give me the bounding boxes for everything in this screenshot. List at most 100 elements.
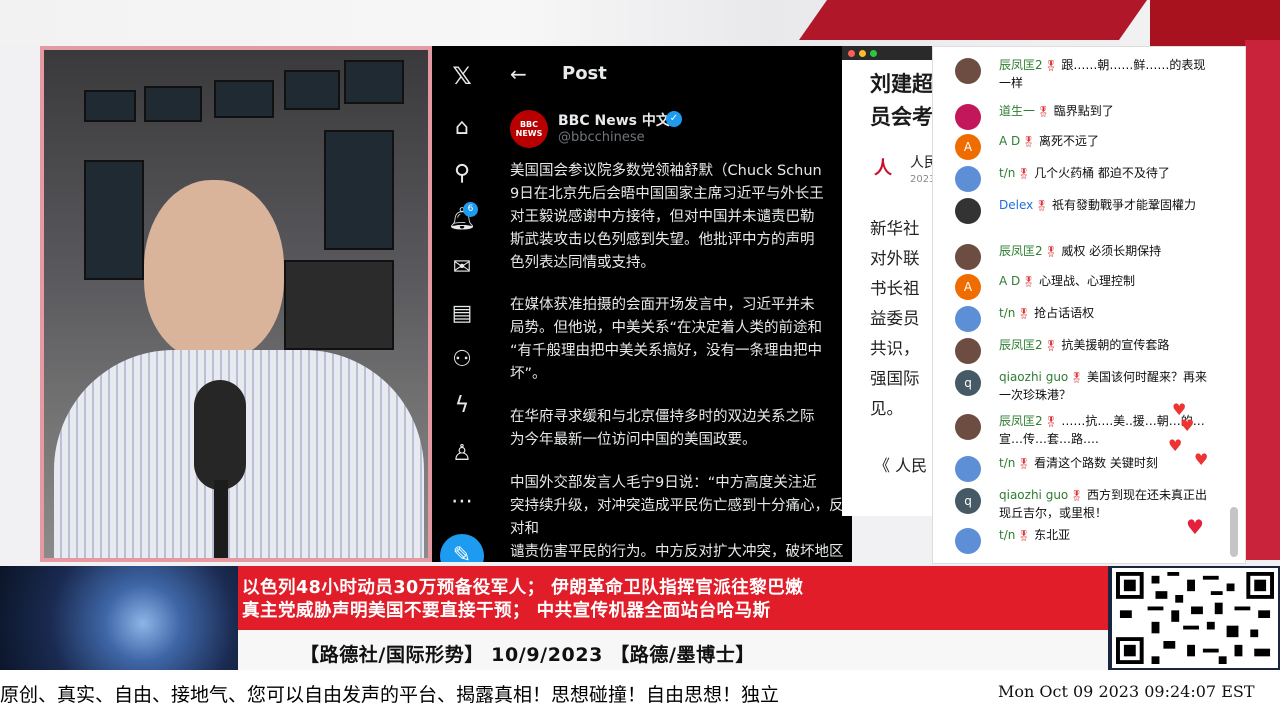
- chat-message-text: 祇有發動戰爭才能鞏固權力: [1051, 198, 1196, 212]
- heart-reaction-icon: ♥: [1180, 416, 1195, 435]
- chat-message-text: 威权 必须长期保持: [1061, 244, 1162, 258]
- post-detail: ← Post BBC NEWS BBC News 中文 ✓ @bbcchines…: [494, 46, 852, 562]
- chat-message-body: t/n 🎖︎ 几个火药桶 都迫不及待了: [999, 165, 1209, 183]
- chat-avatar[interactable]: A: [955, 134, 981, 160]
- chat-scrollbar[interactable]: [1230, 507, 1238, 557]
- chat-message-text: 几个火药桶 都迫不及待了: [1034, 166, 1170, 180]
- minimize-window-icon[interactable]: [859, 50, 866, 57]
- microphone-stand: [214, 480, 228, 558]
- chat-message-text: 离死不远了: [1038, 134, 1099, 148]
- background-red-edge: [1245, 40, 1280, 560]
- send-heart-button[interactable]: ♥: [1182, 514, 1208, 540]
- chat-author[interactable]: 道生一: [999, 104, 1035, 118]
- microphone: [194, 380, 246, 490]
- member-badge-icon: 🎖︎: [1017, 459, 1031, 470]
- heart-reaction-icon: ♥: [1168, 436, 1183, 455]
- chat-message-text: 抢占话语权: [1034, 306, 1095, 320]
- chat-avatar[interactable]: [955, 104, 981, 130]
- chat-author[interactable]: qiaozhi guo: [999, 370, 1068, 384]
- member-badge-icon: 🎖︎: [1022, 137, 1035, 148]
- webcam-video: [40, 46, 432, 562]
- communities-icon[interactable]: ⚇: [446, 344, 478, 376]
- chat-message-body: 道生一 🎖︎ 臨界點到了: [999, 103, 1209, 121]
- chat-avatar[interactable]: [955, 166, 981, 192]
- member-badge-icon: 🎖︎: [1070, 373, 1083, 384]
- chat-message-body: 辰凤匡2 🎖︎ 威权 必须长期保持: [999, 243, 1209, 261]
- post-paragraph: 美国国会参议院多数党领袖舒默（Chuck Schun 9日在北京先后会晤中国国家…: [510, 163, 824, 271]
- author-avatar[interactable]: BBC NEWS: [510, 110, 548, 148]
- background-red-stripe: [798, 0, 1162, 40]
- chat-avatar[interactable]: [955, 306, 981, 332]
- member-badge-icon: 🎖︎: [1017, 531, 1031, 542]
- post-paragraph: 在媒体获准拍摄的会面开场发言中，习近平并未 局势。但他说，中美关系“在决定着人类…: [510, 297, 823, 382]
- member-badge-icon: 🎖︎: [1035, 201, 1048, 212]
- ticker-text: 原创、真实、自由、接地气、您可以自由发声的平台、揭露真相！思想碰撞！自由思想！独…: [0, 684, 780, 706]
- chat-avatar[interactable]: [955, 244, 981, 270]
- chat-author[interactable]: Delex: [999, 198, 1033, 212]
- chat-author[interactable]: qiaozhi guo: [999, 488, 1068, 502]
- chat-avatar[interactable]: [955, 528, 981, 554]
- back-arrow-icon[interactable]: ←: [510, 62, 527, 86]
- live-chat-panel: 辰凤匡2 🎖︎ 跟……朝……鲜……的表现一样 道生一 🎖︎ 臨界點到了 A A D 🎖︎ 离死不远…: [932, 46, 1246, 564]
- headline-line-1: 以色列48小时动员30万预备役军人； 伊朗革命卫队指挥官派往黎巴嫩: [242, 578, 804, 598]
- chat-avatar[interactable]: [955, 456, 981, 482]
- chat-avatar[interactable]: q: [955, 370, 981, 396]
- chat-message-body: A D 🎖︎ 离死不远了: [999, 133, 1209, 151]
- member-badge-icon: 🎖︎: [1017, 309, 1031, 320]
- heart-reaction-icon: ♥: [1194, 450, 1209, 469]
- banner-globe-graphic: [0, 566, 238, 670]
- chat-author[interactable]: A D: [999, 134, 1020, 148]
- member-badge-icon: 🎖︎: [1044, 61, 1058, 72]
- window-titlebar: [842, 46, 942, 60]
- chat-author[interactable]: t/n: [999, 528, 1015, 542]
- chat-message-body: Delex 🎖︎ 祇有發動戰爭才能鞏固權力: [999, 197, 1209, 215]
- member-badge-icon: 🎖︎: [1070, 491, 1083, 502]
- chat-avatar[interactable]: q: [955, 488, 981, 514]
- chat-author[interactable]: t/n: [999, 306, 1015, 320]
- member-badge-icon: 🎖︎: [1022, 277, 1035, 288]
- author-name[interactable]: BBC News 中文: [558, 110, 670, 130]
- chat-author[interactable]: t/n: [999, 166, 1015, 180]
- member-badge-icon: 🎖︎: [1044, 417, 1058, 428]
- messages-icon[interactable]: ✉: [446, 252, 478, 284]
- premium-icon[interactable]: ϟ: [446, 390, 478, 422]
- studio-monitor: [284, 70, 340, 110]
- studio-monitor-wall: [84, 160, 144, 280]
- x-logo-icon[interactable]: 𝕏: [446, 60, 478, 92]
- headline-line-2: 真主党威胁声明美国不要直接干预； 中共宣传机器全面站台哈马斯: [242, 601, 771, 621]
- qr-code-pattern: [1116, 572, 1274, 664]
- chat-avatar[interactable]: [955, 338, 981, 364]
- chat-avatar[interactable]: [955, 198, 981, 224]
- studio-desk-monitor: [284, 260, 394, 350]
- studio-monitor: [344, 60, 404, 104]
- chat-author[interactable]: A D: [999, 274, 1020, 288]
- profile-icon[interactable]: ♙: [446, 438, 478, 470]
- maximize-window-icon[interactable]: [870, 50, 877, 57]
- notifications-icon[interactable]: 🔔︎ 6: [446, 202, 478, 236]
- member-badge-icon: 🎖︎: [1017, 169, 1031, 180]
- chat-avatar[interactable]: [955, 414, 981, 440]
- home-icon[interactable]: ⌂: [446, 112, 478, 144]
- chat-avatar[interactable]: [955, 58, 981, 84]
- studio-monitor: [84, 90, 136, 122]
- post-paragraph: 中国外交部发言人毛宁9日说：“中方高度关注近 突持续升级，对冲突造成平民伤亡感到…: [510, 475, 844, 560]
- lists-icon[interactable]: ▤: [446, 298, 478, 330]
- article-quote: 《 人民: [874, 456, 928, 475]
- chat-author[interactable]: t/n: [999, 456, 1015, 470]
- chat-avatar[interactable]: A: [955, 274, 981, 300]
- chat-message-body: qiaozhi guo 🎖︎ 美国该何时醒来？再来一次珍珠港？: [999, 369, 1209, 404]
- chat-author[interactable]: 辰凤匡2: [999, 244, 1043, 258]
- chat-message-body: A D 🎖︎ 心理战、心理控制: [999, 273, 1209, 291]
- member-badge-icon: 🎖︎: [1044, 247, 1058, 258]
- member-badge-icon: 🎖︎: [1037, 107, 1050, 118]
- compose-post-button[interactable]: ✎: [440, 534, 484, 562]
- chat-author[interactable]: 辰凤匡2: [999, 58, 1043, 72]
- author-handle[interactable]: @bbcchinese: [558, 130, 645, 145]
- chat-author[interactable]: 辰凤匡2: [999, 338, 1043, 352]
- chat-author[interactable]: 辰凤匡2: [999, 414, 1043, 428]
- search-icon[interactable]: ⚲: [446, 158, 478, 190]
- more-icon[interactable]: ⋯: [446, 486, 478, 518]
- host-head: [144, 180, 284, 360]
- close-window-icon[interactable]: [848, 50, 855, 57]
- qr-code: [1112, 568, 1278, 668]
